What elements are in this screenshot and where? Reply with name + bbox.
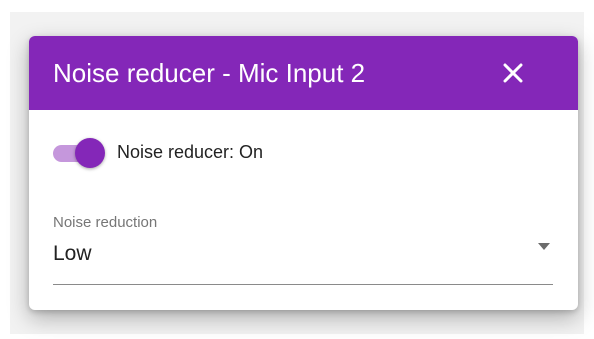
toggle-thumb: [75, 138, 105, 168]
noise-reduction-selected-value: Low: [53, 242, 92, 265]
close-button[interactable]: [495, 55, 531, 91]
noise-reduction-select-label: Noise reduction: [53, 214, 158, 231]
dialog-title: Noise reducer - Mic Input 2: [53, 58, 366, 88]
noise-reducer-toggle-label: Noise reducer: On: [117, 142, 264, 162]
noise-reduction-select[interactable]: Noise reduction Low: [53, 210, 553, 286]
noise-reducer-dialog: Noise reducer - Mic Input 2 Noise reduce…: [29, 36, 578, 310]
noise-reducer-toggle[interactable]: [53, 137, 109, 169]
select-underline: [53, 284, 553, 285]
dialog-header: Noise reducer - Mic Input 2: [29, 36, 578, 110]
close-icon: [503, 63, 523, 83]
dropdown-arrow-icon: [538, 243, 550, 250]
